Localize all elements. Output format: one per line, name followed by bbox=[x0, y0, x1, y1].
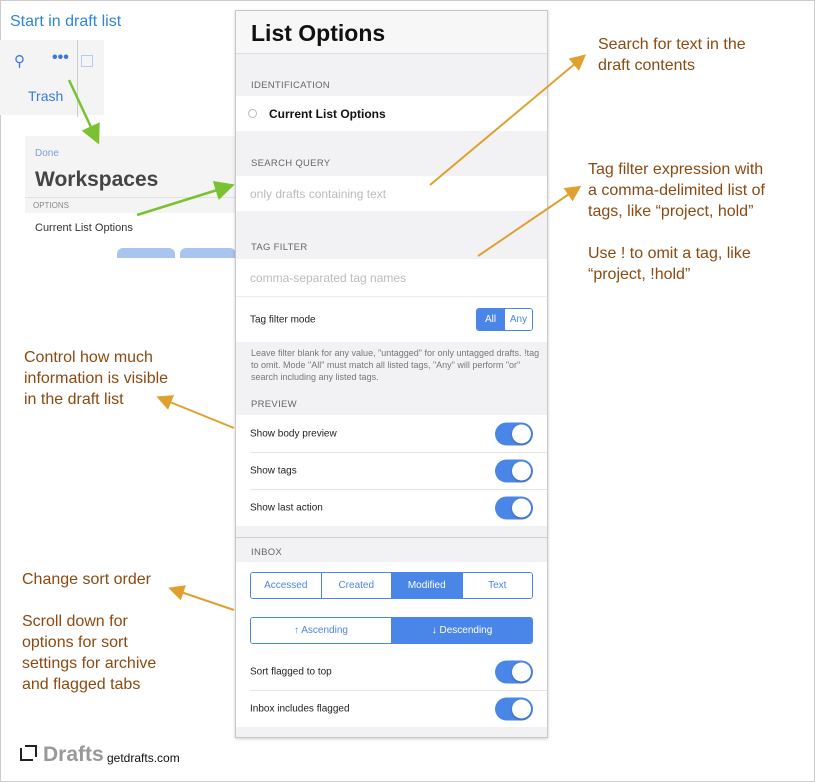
orange-arrow bbox=[156, 395, 235, 429]
brand-url[interactable]: getdrafts.com bbox=[107, 751, 180, 765]
orange-arrow bbox=[477, 185, 582, 257]
green-arrow bbox=[136, 180, 235, 217]
orange-arrow bbox=[429, 54, 587, 186]
arrows-layer bbox=[67, 54, 587, 611]
green-arrow bbox=[67, 79, 100, 145]
drafts-logo-icon-corner bbox=[25, 745, 37, 757]
brand-name: Drafts bbox=[43, 743, 104, 766]
orange-arrow bbox=[168, 585, 235, 611]
